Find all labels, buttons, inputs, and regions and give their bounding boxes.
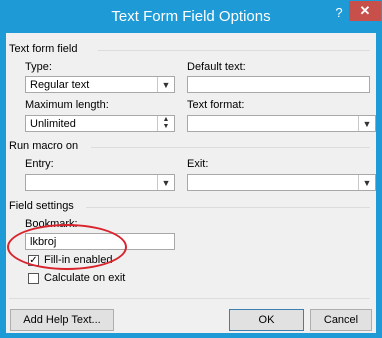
type-select-value: Regular text — [30, 79, 90, 91]
entry-label: Entry: — [25, 158, 54, 170]
exit-label: Exit: — [187, 158, 209, 170]
default-text-label: Default text: — [187, 61, 246, 73]
dialog-title: Text Form Field Options — [111, 8, 271, 25]
chevron-down-icon[interactable]: ▼ — [358, 116, 375, 131]
type-label: Type: — [25, 61, 52, 73]
dialog-body: Text form field Type: Regular text ▼ Def… — [6, 33, 376, 333]
chevron-down-icon[interactable]: ▼ — [157, 77, 174, 92]
title-bar[interactable]: Text Form Field Options ? ✕ — [1, 1, 381, 33]
field-settings-group-label: Field settings — [9, 200, 74, 212]
exit-macro-select[interactable]: ▼ — [187, 174, 376, 191]
chevron-down-icon[interactable]: ▼ — [358, 175, 375, 190]
maximum-length-value: Unlimited — [30, 118, 76, 130]
cancel-button[interactable]: Cancel — [310, 309, 372, 331]
button-divider — [9, 298, 370, 299]
calculate-on-exit-checkbox[interactable] — [28, 273, 39, 284]
help-button[interactable]: ? — [330, 5, 348, 20]
close-button[interactable]: ✕ — [349, 1, 381, 21]
chevron-down-icon[interactable]: ▼ — [157, 175, 174, 190]
entry-macro-select[interactable]: ▼ — [25, 174, 175, 191]
add-help-text-button[interactable]: Add Help Text... — [10, 309, 114, 331]
text-form-field-group-label: Text form field — [9, 43, 78, 55]
run-macro-group-label: Run macro on — [9, 140, 79, 152]
close-icon: ✕ — [359, 3, 371, 18]
group-divider — [98, 50, 370, 51]
maximum-length-label: Maximum length: — [25, 99, 109, 111]
spinner-icon[interactable]: ▲ ▼ — [157, 116, 174, 131]
group-divider — [86, 207, 370, 208]
calculate-on-exit-label: Calculate on exit — [44, 272, 126, 284]
ok-button[interactable]: OK — [229, 309, 304, 331]
type-select[interactable]: Regular text ▼ — [25, 76, 175, 93]
annotation-ellipse — [7, 224, 127, 270]
group-divider — [91, 147, 370, 148]
maximum-length-stepper[interactable]: Unlimited ▲ ▼ — [25, 115, 175, 132]
text-format-label: Text format: — [187, 99, 245, 111]
default-text-input[interactable] — [187, 76, 370, 93]
text-format-select[interactable]: ▼ — [187, 115, 376, 132]
text-form-field-options-dialog: Text Form Field Options ? ✕ Text form fi… — [0, 0, 382, 338]
